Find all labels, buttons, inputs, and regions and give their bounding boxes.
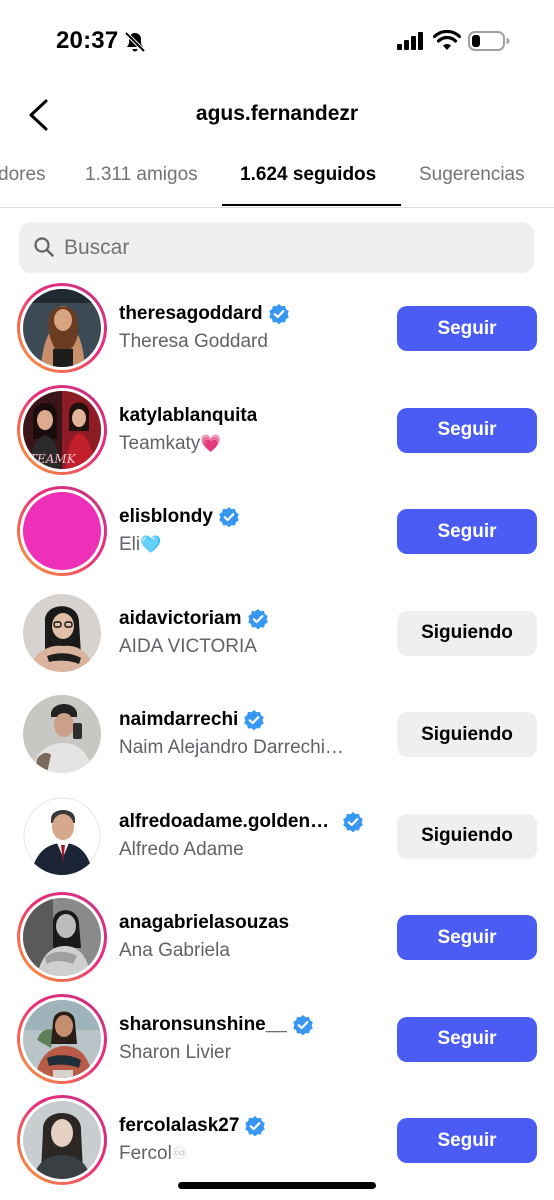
full-name: AIDA VICTORIA (119, 635, 257, 657)
full-name: Theresa Goddard (119, 331, 268, 352)
full-name: Eli🩵 (119, 534, 162, 555)
wifi-icon (433, 30, 461, 50)
full-name: Sharon Livier (119, 1041, 231, 1063)
full-name: Ana Gabriela (119, 940, 230, 961)
avatar (23, 796, 101, 875)
list-item[interactable]: naimdarrechi Naim Alejandro Darrechi… Si… (0, 683, 554, 785)
verified-badge-icon (247, 608, 268, 629)
avatar (23, 289, 101, 367)
full-name: Alfredo Adame (119, 838, 244, 860)
avatar-story-ring[interactable] (17, 486, 107, 576)
verified-badge-icon (244, 710, 265, 730)
cellular-signal-icon (397, 32, 423, 50)
username[interactable]: naimdarrechi (119, 709, 265, 731)
home-indicator (178, 1182, 376, 1189)
verified-badge-icon (293, 1014, 313, 1035)
avatar (23, 492, 101, 570)
avatar (23, 695, 101, 773)
username[interactable]: katylablanquita (119, 405, 257, 427)
list-item[interactable]: TEAMK katylablanquita Teamkaty💗 Seguir (0, 379, 554, 481)
follow-button[interactable]: Seguir (397, 1016, 537, 1062)
bell-slash-icon (124, 31, 146, 53)
battery-icon (468, 31, 510, 51)
list-item[interactable]: alfredoadame.golden… Alfredo Adame Sigui… (0, 785, 554, 887)
username[interactable]: anagabrielasouzas (119, 912, 289, 934)
tab-followers[interactable]: dores (0, 164, 46, 186)
avatar-story-ring[interactable] (17, 993, 107, 1084)
verified-badge-icon (343, 811, 363, 832)
tab-following[interactable]: 1.624 seguidos (240, 164, 376, 186)
search-icon (34, 237, 54, 257)
list-item[interactable]: anagabrielasouzas Ana Gabriela Seguir (0, 886, 554, 988)
avatar-story-ring[interactable] (17, 1095, 107, 1185)
avatar (23, 898, 101, 976)
status-bar: 20:37 (0, 0, 554, 84)
avatar: TEAMK (23, 390, 101, 469)
list-item[interactable]: theresagoddard Theresa Goddard Seguir (0, 277, 554, 379)
avatar-story-ring[interactable] (17, 283, 107, 373)
username[interactable]: fercolalask27 (119, 1115, 266, 1137)
username[interactable]: elisblondy (119, 506, 239, 528)
following-button[interactable]: Siguiendo (397, 610, 537, 656)
list-item[interactable]: elisblondy Eli🩵 Seguir (0, 480, 554, 582)
follow-button[interactable]: Seguir (397, 915, 537, 960)
follow-button[interactable]: Seguir (397, 1118, 537, 1163)
follow-button[interactable]: Seguir (397, 407, 537, 453)
full-name: Teamkaty💗 (119, 432, 222, 454)
profile-header: agus.fernandezr (0, 84, 554, 146)
status-time: 20:37 (56, 27, 119, 54)
page-title: agus.fernandezr (195, 102, 359, 125)
tab-suggestions[interactable]: Sugerencias (419, 164, 525, 186)
svg-text:TEAMK: TEAMK (29, 452, 77, 466)
search-bar[interactable] (19, 222, 534, 273)
list-item[interactable]: fercolalask27 Fercol♾ Seguir (0, 1089, 554, 1191)
username[interactable]: aidavictoriam (119, 608, 268, 630)
avatar-container[interactable] (17, 791, 107, 881)
following-button[interactable]: Siguiendo (397, 712, 537, 757)
username[interactable]: alfredoadame.golden… (119, 811, 363, 833)
follow-button[interactable]: Seguir (397, 306, 537, 351)
username[interactable]: theresagoddard (119, 303, 289, 325)
following-button[interactable]: Siguiendo (397, 813, 537, 859)
list-item[interactable]: sharonsunshine__ Sharon Livier Seguir (0, 988, 554, 1090)
list-item[interactable]: aidavictoriam AIDA VICTORIA Siguiendo (0, 582, 554, 684)
avatar-story-ring[interactable]: TEAMK (17, 384, 107, 475)
tab-friends[interactable]: 1.311 amigos (85, 164, 198, 186)
avatar (23, 1101, 101, 1179)
username[interactable]: sharonsunshine__ (119, 1014, 313, 1036)
search-input[interactable] (64, 222, 514, 273)
full-name: Naim Alejandro Darrechi… (119, 737, 344, 758)
avatar (23, 593, 101, 672)
verified-badge-icon (245, 1116, 266, 1136)
full-name: Fercol♾ (119, 1143, 188, 1164)
follow-button[interactable]: Seguir (397, 509, 537, 554)
active-tab-indicator (222, 204, 401, 206)
avatar-container[interactable] (17, 588, 107, 678)
verified-badge-icon (219, 507, 239, 527)
avatar-container[interactable] (17, 689, 107, 779)
avatar-story-ring[interactable] (17, 892, 107, 982)
avatar (23, 999, 101, 1078)
verified-badge-icon (268, 304, 289, 324)
tab-bar: dores 1.311 amigos 1.624 seguidos Sugere… (0, 150, 554, 208)
